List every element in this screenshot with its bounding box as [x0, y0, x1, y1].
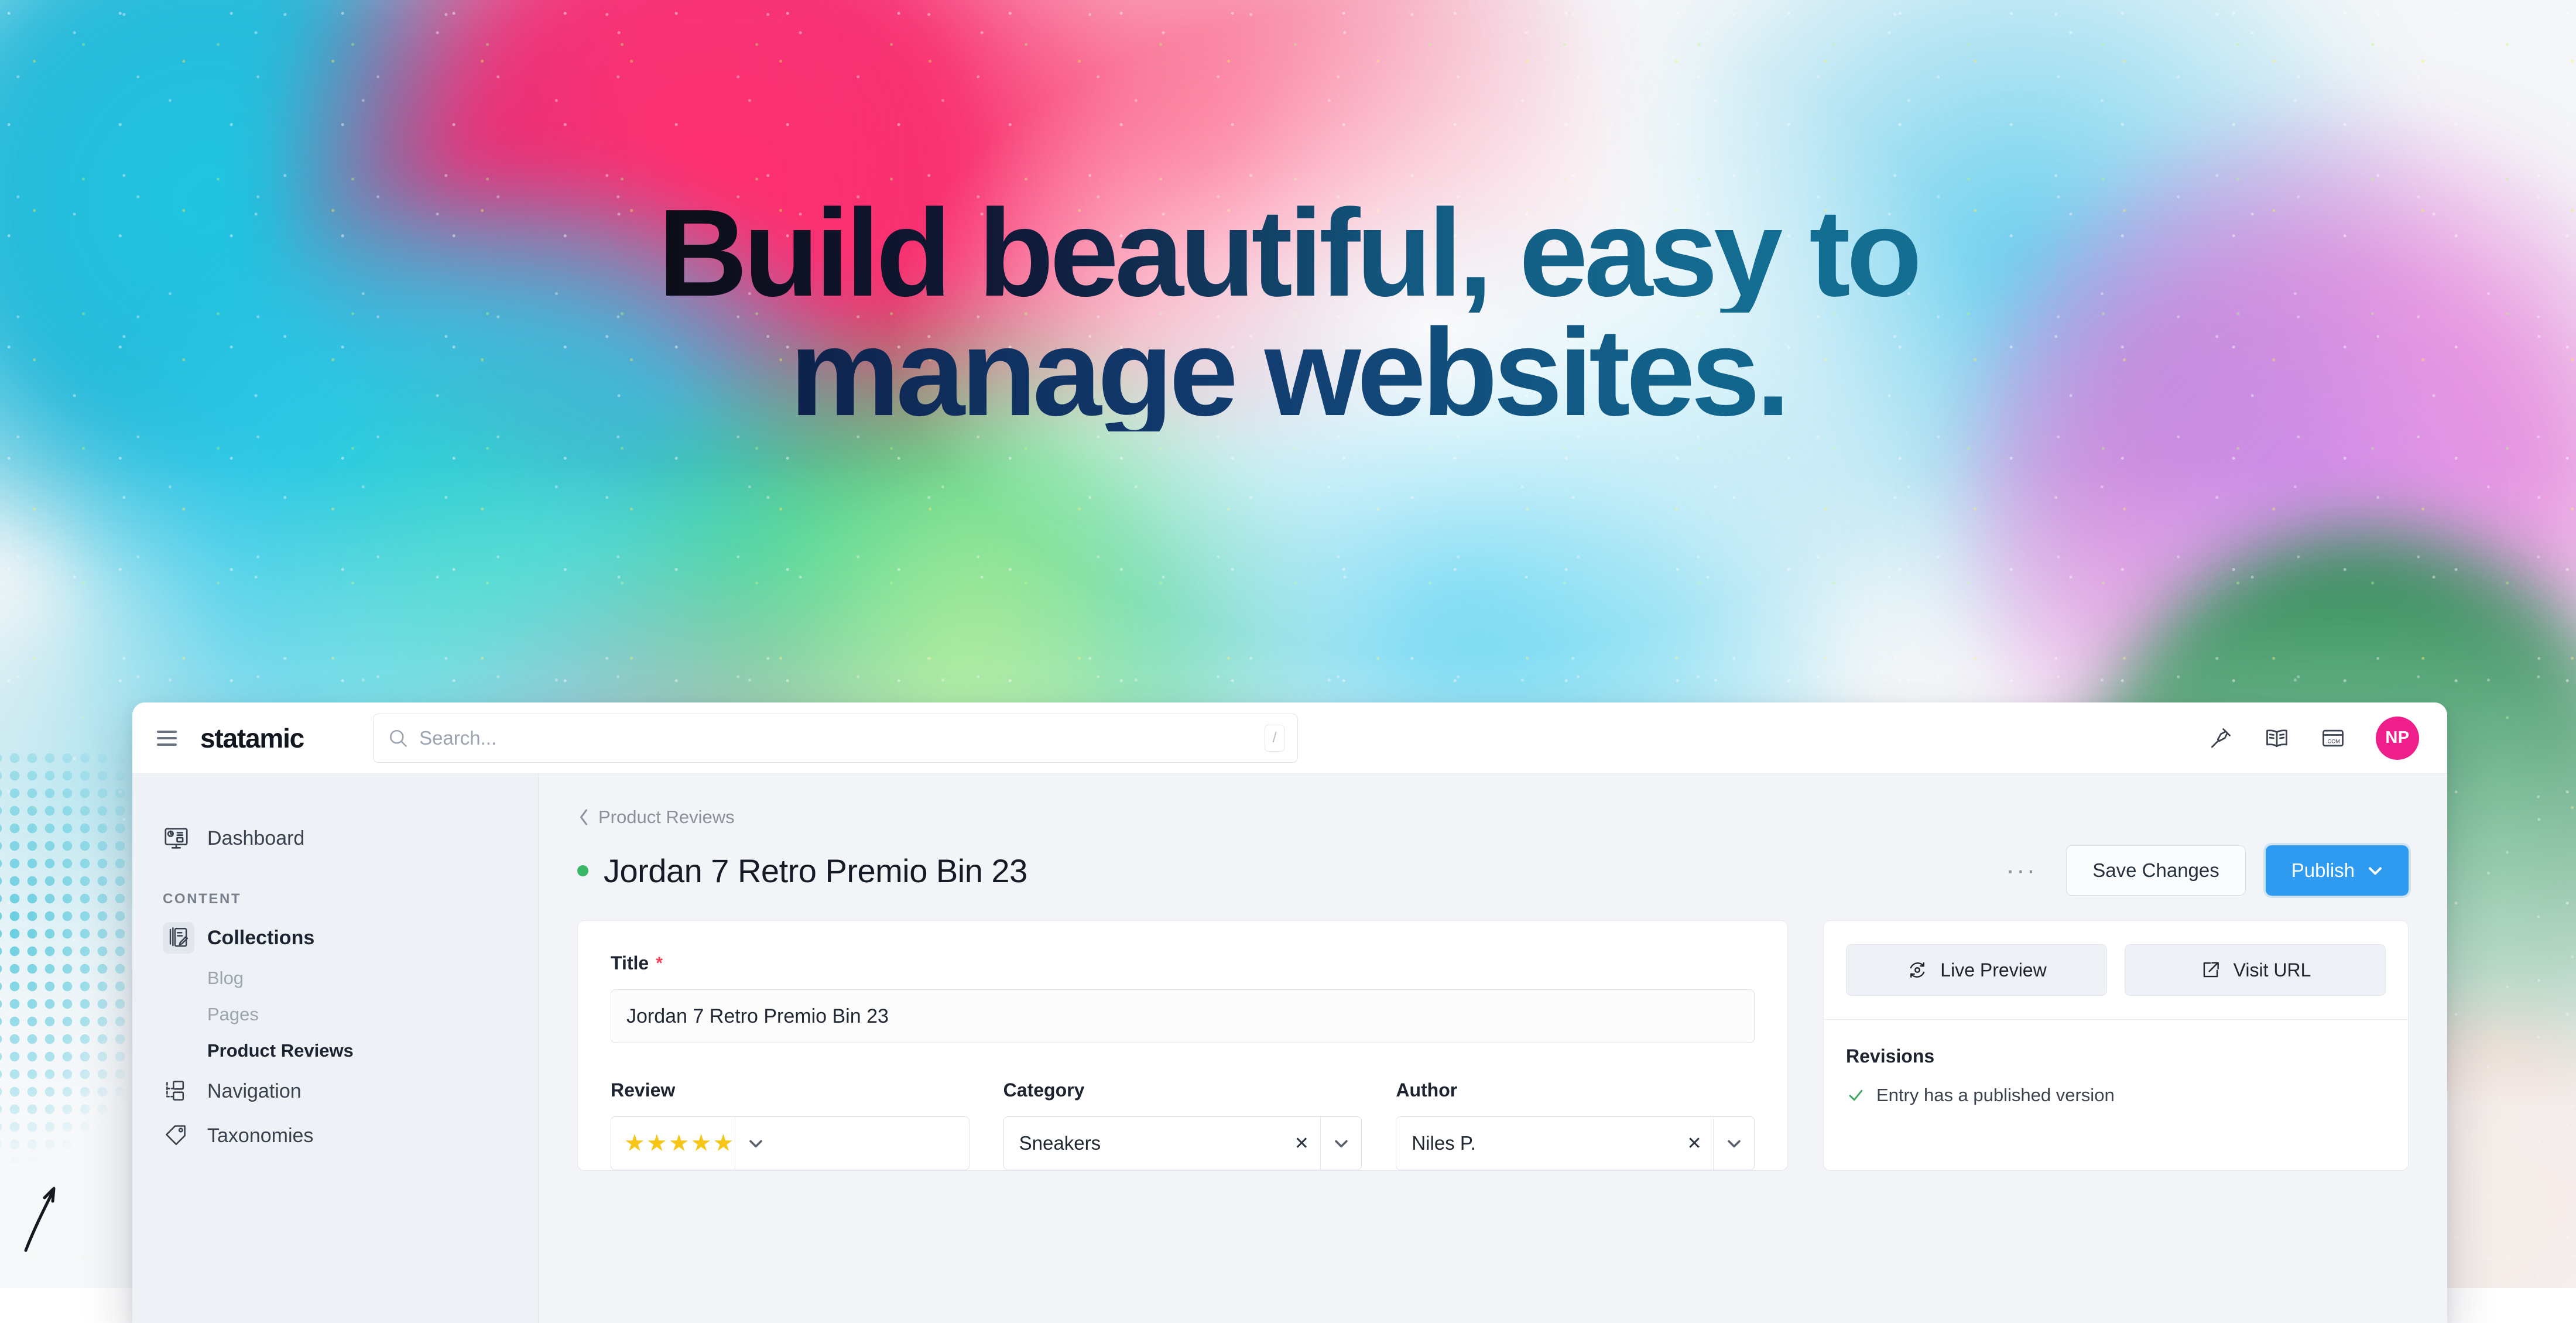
title-field-label: Title *: [611, 952, 1755, 974]
header-actions: ··· Save Changes Publish: [1996, 845, 2409, 896]
visit-url-label: Visit URL: [2234, 959, 2311, 981]
title-label-text: Title: [611, 952, 649, 974]
top-bar: statamic Search... /: [132, 702, 2447, 774]
author-value: Niles P.: [1396, 1132, 1676, 1154]
dashboard-icon: [163, 825, 194, 852]
collections-icon: [163, 922, 194, 954]
entry-form-card: Title * Jordan 7 Retro Premio Bin 23 Rev…: [577, 920, 1788, 1171]
sidebar-item-label: Collections: [207, 927, 314, 950]
global-search[interactable]: Search... /: [373, 714, 1298, 763]
review-select[interactable]: ★★★★★: [611, 1116, 970, 1170]
revision-status-text: Entry has a published version: [1876, 1085, 2115, 1106]
sidebar-item-label: Dashboard: [207, 827, 304, 850]
revisions-section: Revisions Entry has a published version: [1824, 1020, 2408, 1106]
hamburger-icon[interactable]: [157, 731, 177, 746]
title-input[interactable]: Jordan 7 Retro Premio Bin 23: [611, 989, 1755, 1043]
breadcrumb-label: Product Reviews: [598, 807, 735, 828]
entry-sidebar-card: Live Preview Visit URL: [1823, 920, 2409, 1171]
doodle-arrow-icon: [23, 1165, 64, 1253]
sidebar-item-taxonomies[interactable]: Taxonomies: [132, 1113, 538, 1158]
sidebar-item-collections[interactable]: Collections: [132, 916, 538, 960]
chevron-down-icon[interactable]: [735, 1117, 776, 1170]
site-icon[interactable]: .COM: [2320, 725, 2347, 752]
sidebar-item-label: Navigation: [207, 1080, 302, 1103]
entry-header: Jordan 7 Retro Premio Bin 23 ··· Save Ch…: [577, 845, 2409, 896]
category-select[interactable]: Sneakers ✕: [1003, 1116, 1362, 1170]
publish-button-label: Publish: [2291, 859, 2355, 882]
author-select[interactable]: Niles P. ✕: [1396, 1116, 1755, 1170]
author-field-label: Author: [1396, 1079, 1755, 1101]
search-shortcut-key: /: [1265, 725, 1284, 752]
field-row: Review ★★★★★ Categor: [611, 1079, 1755, 1170]
status-badge: [577, 865, 588, 876]
sidebar-subitem-blog[interactable]: Blog: [132, 960, 538, 996]
svg-text:.COM: .COM: [2326, 738, 2340, 744]
sidebar-item-dashboard[interactable]: Dashboard: [132, 816, 538, 861]
category-value: Sneakers: [1004, 1132, 1283, 1154]
sidebar: Dashboard CONTENT Collections Blog: [132, 774, 539, 1323]
more-options-button[interactable]: ···: [1996, 865, 2046, 876]
check-icon: [1846, 1085, 1866, 1105]
revisions-title: Revisions: [1846, 1046, 2386, 1067]
book-icon[interactable]: [2263, 725, 2290, 752]
pin-icon[interactable]: [2207, 725, 2234, 752]
live-preview-label: Live Preview: [1940, 959, 2046, 981]
page-title: Jordan 7 Retro Premio Bin 23: [577, 852, 1027, 890]
sidebar-item-navigation[interactable]: Navigation: [132, 1069, 538, 1113]
breadcrumb[interactable]: Product Reviews: [577, 807, 2409, 828]
app-body: Dashboard CONTENT Collections Blog: [132, 774, 2447, 1323]
sidebar-subitem-product-reviews[interactable]: Product Reviews: [132, 1033, 538, 1069]
save-button[interactable]: Save Changes: [2066, 845, 2245, 896]
avatar[interactable]: NP: [2376, 717, 2419, 760]
required-asterisk: *: [656, 954, 663, 974]
search-input[interactable]: Search...: [419, 727, 1265, 749]
sidebar-subitem-pages[interactable]: Pages: [132, 996, 538, 1033]
category-field: Category Sneakers ✕: [1003, 1079, 1362, 1170]
headline-line-2: manage websites.: [0, 313, 2576, 432]
brand-logo[interactable]: statamic: [200, 722, 304, 754]
statamic-control-panel-window: statamic Search... /: [132, 702, 2447, 1323]
live-preview-icon: [1906, 959, 1928, 981]
page-title-text: Jordan 7 Retro Premio Bin 23: [604, 852, 1027, 890]
publish-button[interactable]: Publish: [2266, 845, 2409, 896]
chevron-down-icon[interactable]: [1713, 1117, 1754, 1170]
sidebar-item-label: Taxonomies: [207, 1125, 313, 1147]
search-icon: [388, 728, 409, 749]
close-icon[interactable]: ✕: [1676, 1133, 1713, 1154]
headline-line-1: Build beautiful, easy to: [0, 193, 2576, 313]
revision-status: Entry has a published version: [1846, 1085, 2386, 1106]
sidebar-card-actions: Live Preview Visit URL: [1824, 921, 2408, 1019]
hero-headline: Build beautiful, easy to manage websites…: [0, 193, 2576, 431]
sidebar-subitem-label: Blog: [207, 968, 244, 989]
review-field: Review ★★★★★: [611, 1079, 970, 1170]
category-field-label: Category: [1003, 1079, 1362, 1101]
main-content: Product Reviews Jordan 7 Retro Premio Bi…: [539, 774, 2447, 1323]
navigation-icon: [163, 1078, 194, 1104]
live-preview-button[interactable]: Live Preview: [1846, 944, 2107, 996]
review-field-label: Review: [611, 1079, 970, 1101]
visit-url-button[interactable]: Visit URL: [2125, 944, 2386, 996]
chevron-down-icon[interactable]: [1320, 1117, 1361, 1170]
chevron-down-icon: [2368, 865, 2383, 876]
content-columns: Title * Jordan 7 Retro Premio Bin 23 Rev…: [577, 920, 2409, 1171]
sidebar-subitem-label: Product Reviews: [207, 1040, 354, 1061]
top-bar-actions: .COM NP: [2207, 717, 2419, 760]
sidebar-section-content: CONTENT: [132, 861, 538, 916]
chevron-left-icon: [577, 808, 590, 826]
taxonomies-icon: [163, 1123, 194, 1149]
rating-stars: ★★★★★: [611, 1132, 735, 1155]
external-link-icon: [2200, 959, 2222, 981]
author-field: Author Niles P. ✕: [1396, 1079, 1755, 1170]
close-icon[interactable]: ✕: [1283, 1133, 1320, 1154]
sidebar-subitem-label: Pages: [207, 1004, 259, 1025]
